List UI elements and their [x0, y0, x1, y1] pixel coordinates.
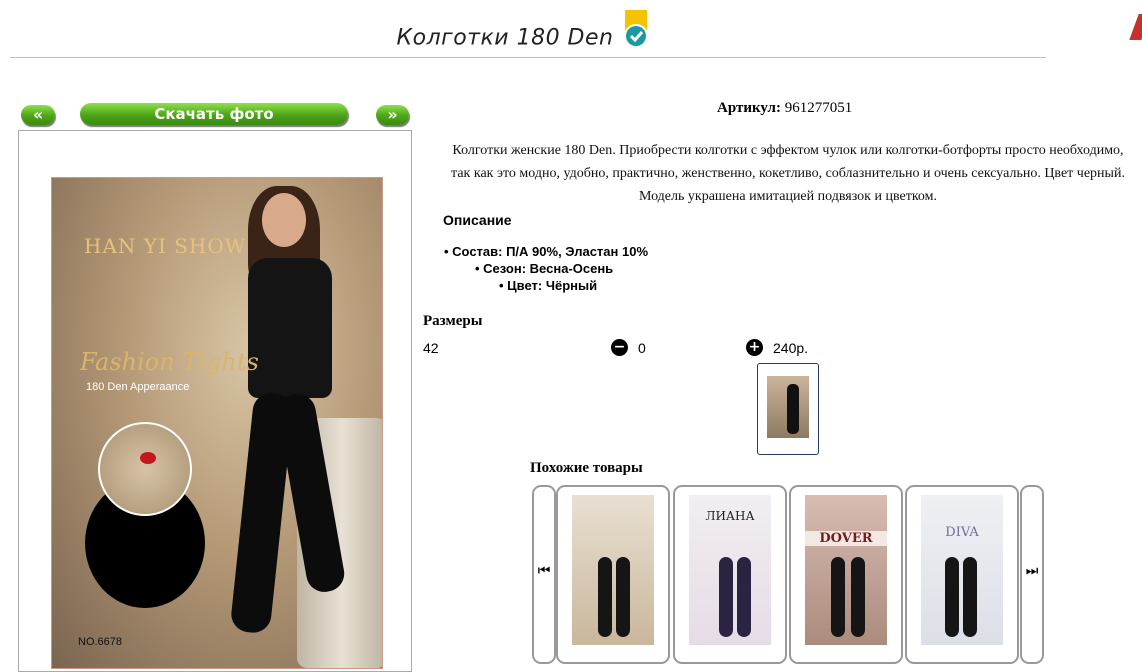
skip-forward-icon: ⏭ [1025, 563, 1039, 579]
similar-item[interactable]: DOVER [789, 485, 903, 664]
size-value: 42 [423, 340, 439, 356]
photo-model-body [248, 258, 332, 398]
thumbnail-image [767, 376, 809, 438]
similar-item-image [572, 495, 654, 645]
similar-item-figure [945, 557, 959, 637]
prev-photo-button[interactable]: « [21, 105, 55, 125]
header-divider [10, 57, 1046, 58]
similar-item-logo: DOVER [805, 531, 887, 546]
similar-item-figure [963, 557, 977, 637]
photo-model-number: NO.6678 [78, 636, 123, 648]
article-number: Артикул: 961277051 [717, 100, 852, 117]
similar-item-image: DIVA [921, 495, 1003, 645]
page-header: Колготки 180 Den [0, 10, 1046, 58]
photo-detail-inset [98, 422, 192, 516]
skip-back-icon: ⏮ [537, 563, 551, 579]
similar-item-logo: DIVA [945, 525, 979, 540]
similar-item-figure [851, 557, 865, 637]
rose-icon [140, 452, 156, 464]
details-heading: Описание [443, 212, 512, 228]
similar-item[interactable]: ЛИАНА [673, 485, 787, 664]
similar-item-image: ЛИАНА [689, 495, 771, 645]
detail-text: Состав: П/А 90%, Эластан 10% [452, 244, 649, 259]
similar-item-figure [616, 557, 630, 637]
detail-item: • Цвет: Чёрный [499, 278, 598, 293]
corner-decoration [1129, 14, 1142, 40]
detail-item: • Состав: П/А 90%, Эластан 10% [444, 244, 649, 259]
similar-next-button[interactable]: ⏭ [1020, 485, 1044, 664]
similar-item[interactable] [556, 485, 670, 664]
next-photo-button[interactable]: » [376, 105, 409, 125]
detail-text: Сезон: Весна-Осень [483, 261, 614, 276]
quantity-value: 0 [638, 340, 646, 356]
photo-model-head [262, 193, 306, 247]
detail-item: • Сезон: Весна-Осень [475, 261, 614, 276]
similar-item-figure [831, 557, 845, 637]
sizes-heading: Размеры [423, 313, 483, 329]
article-label: Артикул: [717, 100, 781, 116]
verified-check-icon [623, 10, 649, 50]
plus-icon[interactable]: + [746, 339, 763, 356]
detail-text: Цвет: Чёрный [507, 278, 598, 293]
similar-item[interactable]: DIVA [905, 485, 1019, 664]
download-photo-button[interactable]: Скачать фото [80, 103, 348, 125]
product-photo[interactable]: HAN YI SHOW Fashion Tights 180 Den Apper… [51, 177, 383, 669]
product-photo-frame: HAN YI SHOW Fashion Tights 180 Den Apper… [18, 130, 412, 672]
similar-item-figure [719, 557, 733, 637]
article-value: 961277051 [784, 100, 853, 116]
similar-prev-button[interactable]: ⏮ [532, 485, 556, 664]
similar-heading: Похожие товары [530, 460, 643, 476]
photo-brand: HAN YI SHOW [84, 234, 247, 258]
photo-script-text: Fashion Tights [80, 348, 259, 376]
photo-thumbnail[interactable] [757, 363, 819, 455]
similar-item-figure [737, 557, 751, 637]
page-title: Колготки 180 Den [396, 25, 614, 51]
similar-item-logo: ЛИАНА [705, 509, 755, 523]
thumbnail-figure [787, 384, 799, 434]
photo-appearance-text: 180 Den Apperaance [86, 381, 190, 393]
details-list: • Состав: П/А 90%, Эластан 10% • Сезон: … [444, 243, 648, 294]
minus-icon[interactable]: − [611, 339, 628, 356]
price-value: 240р. [773, 340, 809, 356]
similar-item-figure [598, 557, 612, 637]
similar-item-image: DOVER [805, 495, 887, 645]
product-description: Колготки женские 180 Den. Приобрести кол… [451, 143, 1125, 204]
